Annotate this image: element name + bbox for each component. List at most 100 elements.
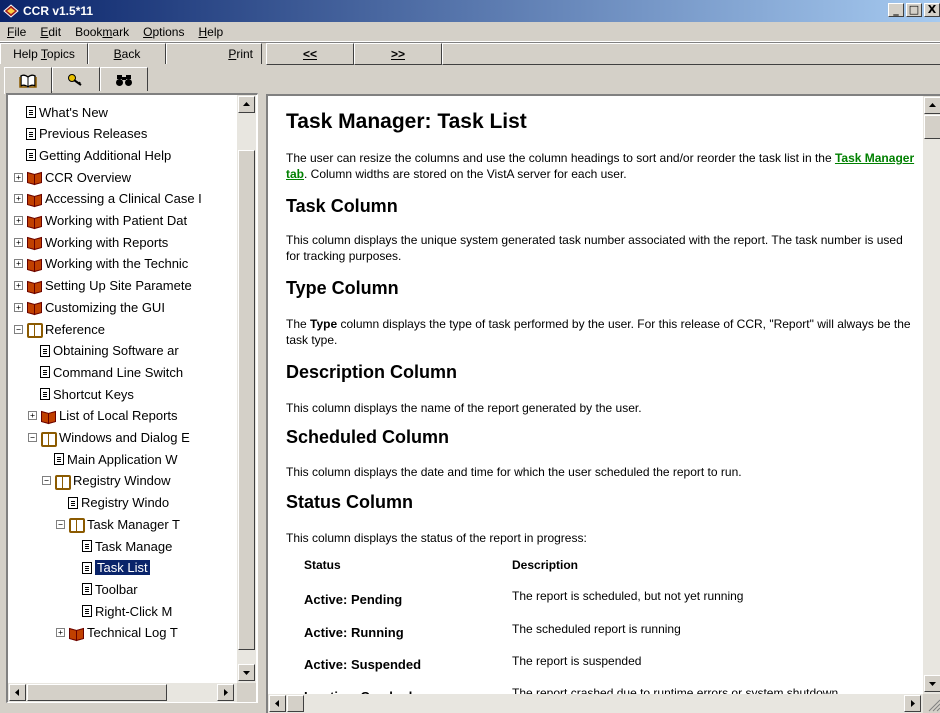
topic-scroll-thumb-horizontal[interactable] (287, 695, 304, 712)
tree-item-label: Working with Reports (45, 234, 169, 250)
topic-scroll-thumb[interactable] (924, 115, 940, 139)
help-topics-button[interactable]: Help Topics (0, 43, 88, 65)
tree-item[interactable]: What's New (14, 101, 108, 123)
expand-icon[interactable]: + (14, 302, 23, 312)
tree-item[interactable]: − Reference (14, 318, 105, 340)
tree-item[interactable]: + Customizing the GUI (14, 296, 165, 318)
title-bar[interactable]: CCR v1.5*11 _ □ X (0, 0, 940, 22)
expand-icon[interactable]: + (14, 216, 23, 225)
page-icon (82, 583, 92, 596)
topic-scroll-down-button[interactable] (924, 675, 940, 692)
tree-item[interactable]: Registry Windo (56, 492, 169, 514)
tree-item[interactable]: − Task Manager T (56, 513, 180, 535)
menu-edit[interactable]: Edit (33, 25, 68, 39)
collapse-icon[interactable]: − (42, 476, 51, 486)
tree-item[interactable]: Task List (70, 557, 150, 579)
tree-item-label: Task List (95, 560, 150, 576)
expand-icon[interactable]: + (56, 628, 65, 638)
size-grip[interactable] (923, 694, 940, 713)
collapse-icon[interactable]: − (14, 324, 23, 334)
tree-item[interactable]: Toolbar (70, 578, 138, 600)
tree-item-label: Getting Additional Help (39, 147, 172, 163)
search-tab[interactable] (100, 67, 148, 91)
close-button[interactable]: X (924, 3, 940, 17)
arrow-left-icon (15, 689, 19, 696)
scroll-thumb[interactable] (238, 150, 255, 650)
minimize-button[interactable]: _ (888, 3, 904, 17)
description-cell: The report is suspended (512, 654, 642, 668)
tree-item-label: Working with Patient Dat (45, 213, 188, 228)
tree-item[interactable]: Getting Additional Help (14, 144, 171, 166)
tree-item[interactable]: Task Manage (70, 535, 172, 557)
print-button[interactable]: Print (166, 43, 262, 65)
tree-item-label: Task Manage (95, 538, 173, 554)
arrow-up-icon (929, 103, 936, 107)
tree-item-label: Registry Windo (81, 495, 170, 511)
tree-item[interactable]: Main Application W (42, 448, 178, 470)
open-book-icon (54, 474, 71, 490)
tree-item-label: Customizing the GUI (45, 299, 165, 315)
index-tab[interactable] (52, 67, 100, 91)
topic-horizontal-scrollbar[interactable] (268, 694, 923, 713)
expand-icon[interactable]: + (14, 237, 23, 247)
previous-topic-button[interactable]: << (266, 43, 354, 65)
nav-tabs (4, 67, 148, 94)
expand-icon[interactable]: + (14, 194, 23, 204)
tree-item[interactable]: + CCR Overview (14, 166, 131, 188)
menu-file[interactable]: File (0, 25, 33, 39)
binoculars-icon (116, 74, 132, 86)
tree-item[interactable]: Right-Click M (70, 600, 172, 622)
scroll-right-button[interactable] (217, 684, 234, 701)
scheduled-column-heading: Scheduled Column (286, 427, 450, 447)
status-cell: Active: Suspended (304, 657, 422, 672)
back-button[interactable]: Back (88, 43, 166, 65)
topic-scroll-right-button[interactable] (904, 695, 921, 712)
expand-icon[interactable]: + (14, 281, 23, 291)
scroll-left-button[interactable] (9, 684, 26, 701)
tree-item[interactable]: Previous Releases (14, 123, 147, 145)
menu-options[interactable]: Options (136, 25, 191, 39)
scroll-down-button[interactable] (238, 664, 255, 681)
tree-vertical-scrollbar[interactable] (237, 95, 256, 683)
menu-bar: File Edit Bookmark Options Help (0, 22, 940, 42)
tree-item[interactable]: Obtaining Software ar (28, 340, 179, 362)
next-topic-button[interactable]: >> (354, 43, 442, 65)
tree-item[interactable]: + Setting Up Site Paramete (14, 275, 192, 297)
topic-vertical-scrollbar[interactable] (923, 96, 940, 694)
tree-item[interactable]: − Windows and Dialog E (28, 427, 190, 449)
tree-item[interactable]: − Registry Window (42, 470, 171, 492)
scheduled-column-text: This column displays the date and time f… (286, 465, 742, 479)
type-text-start: The (286, 317, 311, 331)
tree-item-label: List of Local Reports (59, 408, 178, 424)
closed-book-icon (26, 171, 42, 183)
tree-horizontal-scrollbar[interactable] (8, 683, 237, 702)
tree-item[interactable]: + Working with Patient Dat (14, 210, 187, 232)
collapse-icon[interactable]: − (56, 519, 65, 529)
topic-scroll-left-button[interactable] (269, 695, 286, 712)
navigation-pane: What's New Previous Releases Getting Addit… (0, 64, 262, 713)
tree-item[interactable]: Command Line Switch (28, 361, 183, 383)
topic-content: Task Manager: Task List The user can res… (268, 96, 923, 694)
tree-item[interactable]: + Technical Log T (56, 622, 178, 644)
menu-bookmark[interactable]: Bookmark (68, 25, 136, 39)
contents-tab[interactable] (4, 67, 52, 94)
expand-icon[interactable]: + (14, 172, 23, 182)
topic-scroll-up-button[interactable] (924, 97, 940, 114)
scroll-up-button[interactable] (238, 96, 255, 113)
tree-item[interactable]: + Accessing a Clinical Case I (14, 188, 202, 210)
maximize-button[interactable]: □ (906, 3, 922, 17)
closed-book-icon (26, 215, 42, 227)
menu-help[interactable]: Help (191, 25, 230, 39)
contents-tree[interactable]: What's New Previous Releases Getting Addit… (6, 93, 258, 703)
description-column-text: This column displays the name of the rep… (286, 401, 642, 415)
expand-icon[interactable]: + (14, 259, 23, 269)
tree-item[interactable]: + Working with Reports (14, 231, 168, 253)
scroll-thumb-horizontal[interactable] (27, 684, 167, 701)
page-icon (40, 366, 50, 379)
collapse-icon[interactable]: − (28, 433, 37, 442)
expand-icon[interactable]: + (28, 411, 37, 421)
closed-book-icon (26, 301, 42, 313)
tree-item[interactable]: + Working with the Technic (14, 253, 188, 275)
tree-item[interactable]: + List of Local Reports (28, 405, 178, 427)
tree-item[interactable]: Shortcut Keys (28, 383, 134, 405)
